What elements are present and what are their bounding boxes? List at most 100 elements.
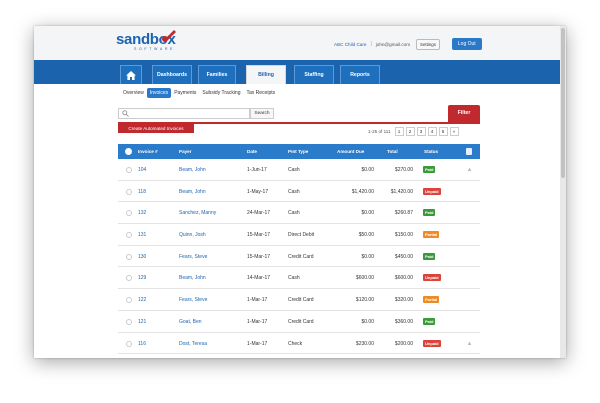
invoice-total: $320.00 [394,297,413,304]
invoice-date: 1-Mar-17 [247,318,268,325]
invoice-number[interactable]: 104 [138,167,146,173]
invoice-number[interactable]: 130 [138,254,146,260]
payer-name[interactable]: Beam, John [179,275,206,281]
col-date[interactable]: Date [247,149,257,154]
table-row[interactable]: 116 Dost, Teresa 1-Mar-17 Check $230.00 … [118,333,480,355]
subnav-payments[interactable]: Payments [171,88,199,98]
invoice-number[interactable]: 116 [138,341,146,347]
col-payer[interactable]: Payer [179,149,192,154]
status-badge: Partial [423,231,440,239]
bell-icon[interactable] [467,167,472,172]
top-header: sandbox SOFTWARE ABC Child Care | john@g… [34,26,560,60]
subnav-subsidy-tracking[interactable]: Subsidy Tracking [199,88,243,98]
amount-due: $230.00 [355,340,374,347]
invoice-number[interactable]: 121 [138,319,146,325]
table-row[interactable]: 104 Beam, John 1-Jun-17 Cash $0.00 $270.… [118,159,480,181]
table-row[interactable]: 121 Goat, Ben 1-Mar-17 Credit Card $0.00… [118,311,480,333]
nav-tab-staffing[interactable]: Staffing [294,65,334,84]
payer-name[interactable]: Goat, Ben [179,319,202,325]
row-checkbox[interactable] [126,318,132,325]
page-button[interactable]: 4 [427,127,437,136]
logo-subtitle: SOFTWARE [134,47,176,51]
table-row[interactable]: 132 Sanchez, Manny 24-Mar-17 Cash $0.00 … [118,202,480,225]
nav-tab-billing[interactable]: Billing [246,65,286,84]
row-checkbox[interactable] [126,340,132,347]
payer-name[interactable]: Beam, John [179,167,206,173]
payment-type: Cash [288,210,300,217]
payer-name[interactable]: Fears, Steve [179,297,207,303]
subnav-overview[interactable]: Overview [120,88,147,98]
table-row[interactable]: 129 Beam, John 14-Mar-17 Cash $600.00 $6… [118,267,480,290]
app-window: sandbox SOFTWARE ABC Child Care | john@g… [34,26,566,358]
amount-due: $1,420.00 [351,188,374,195]
invoice-number[interactable]: 122 [138,297,146,303]
status-badge: Unpaid [423,187,441,195]
search-button[interactable]: Search [250,108,274,119]
table-row[interactable]: 130 Fears, Steve 15-Mar-17 Credit Card $… [118,246,480,268]
col-pmt-type[interactable]: Pmt Type [288,149,308,154]
next-page-button[interactable]: » [449,127,459,136]
nav-tab-families[interactable]: Families [198,65,236,84]
vertical-scrollbar[interactable] [560,26,566,358]
invoice-number[interactable]: 118 [138,189,146,195]
invoice-number[interactable]: 131 [138,232,146,238]
row-checkbox[interactable] [126,188,132,195]
col-total[interactable]: Total [387,149,398,154]
header-user-area: ABC Child Care | john@gmail.com Settings… [334,38,482,50]
amount-due: $50.00 [358,232,374,239]
payment-type: Credit Card [288,318,314,325]
trash-icon[interactable] [466,148,472,155]
row-checkbox[interactable] [126,167,132,173]
table-row[interactable]: 118 Beam, John 1-May-17 Cash $1,420.00 $… [118,181,480,203]
row-checkbox[interactable] [126,232,132,239]
col-status[interactable]: Status [424,149,438,154]
invoice-total: $450.00 [394,253,413,260]
payer-name[interactable]: Quinn, Josh [179,232,206,238]
col-amount-due[interactable]: Amount Due [337,149,364,154]
row-checkbox[interactable] [126,297,132,304]
logout-button[interactable]: Log Out [451,38,482,50]
payer-name[interactable]: Fears, Steve [179,254,207,260]
payer-name[interactable]: Dost, Teresa [179,341,207,347]
scrollbar-thumb[interactable] [561,28,565,178]
invoice-date: 15-Mar-17 [247,232,271,239]
row-checkbox[interactable] [126,275,132,282]
subnav-invoices[interactable]: Invoices [146,88,172,98]
page-button[interactable]: 1 [394,127,404,136]
subnav-tax-receipts[interactable]: Tax Receipts [244,88,279,98]
invoice-number[interactable]: 129 [138,275,146,281]
col-invoice[interactable]: Invoice # [138,149,158,154]
payer-name[interactable]: Sanchez, Manny [179,210,216,216]
settings-button[interactable]: Settings [416,38,440,50]
search-input[interactable] [118,108,250,119]
invoice-total: $270.00 [394,167,413,173]
invoice-date: 24-Mar-17 [247,210,271,217]
create-automated-invoices-button[interactable]: Create Automated Invoices [118,124,194,133]
invoice-date: 1-May-17 [247,188,269,195]
invoice-total: $260.87 [394,210,413,217]
page-button[interactable]: 5 [438,127,448,136]
payer-name[interactable]: Beam, John [179,189,206,195]
table-row[interactable]: 131 Quinn, Josh 15-Mar-17 Direct Debit $… [118,224,480,246]
row-checkbox[interactable] [126,253,132,260]
invoice-total: $200.00 [394,340,413,347]
page-button[interactable]: 3 [416,127,426,136]
invoice-total: $600.00 [394,275,413,282]
center-name-link[interactable]: ABC Child Care [334,42,366,47]
table-row[interactable]: 122 Fears, Steve 1-Mar-17 Credit Card $1… [118,289,480,311]
pagination: 1-25 of 111 1 2 3 4 5 » [368,127,459,136]
status-badge: Paid [423,317,436,325]
bell-icon[interactable] [467,341,472,346]
invoice-number[interactable]: 132 [138,210,146,216]
nav-tab-dashboards[interactable]: Dashboards [152,65,192,84]
payment-type: Check [288,340,303,347]
payment-type: Credit Card [288,297,314,304]
invoice-date: 1-Jun-17 [247,167,267,173]
select-all-checkbox[interactable] [125,148,132,155]
payment-type: Cash [288,188,300,195]
row-checkbox[interactable] [126,210,132,217]
amount-due: $120.00 [355,297,374,304]
page-button[interactable]: 2 [405,127,415,136]
nav-tab-reports[interactable]: Reports [340,65,380,84]
nav-home[interactable] [120,65,142,84]
